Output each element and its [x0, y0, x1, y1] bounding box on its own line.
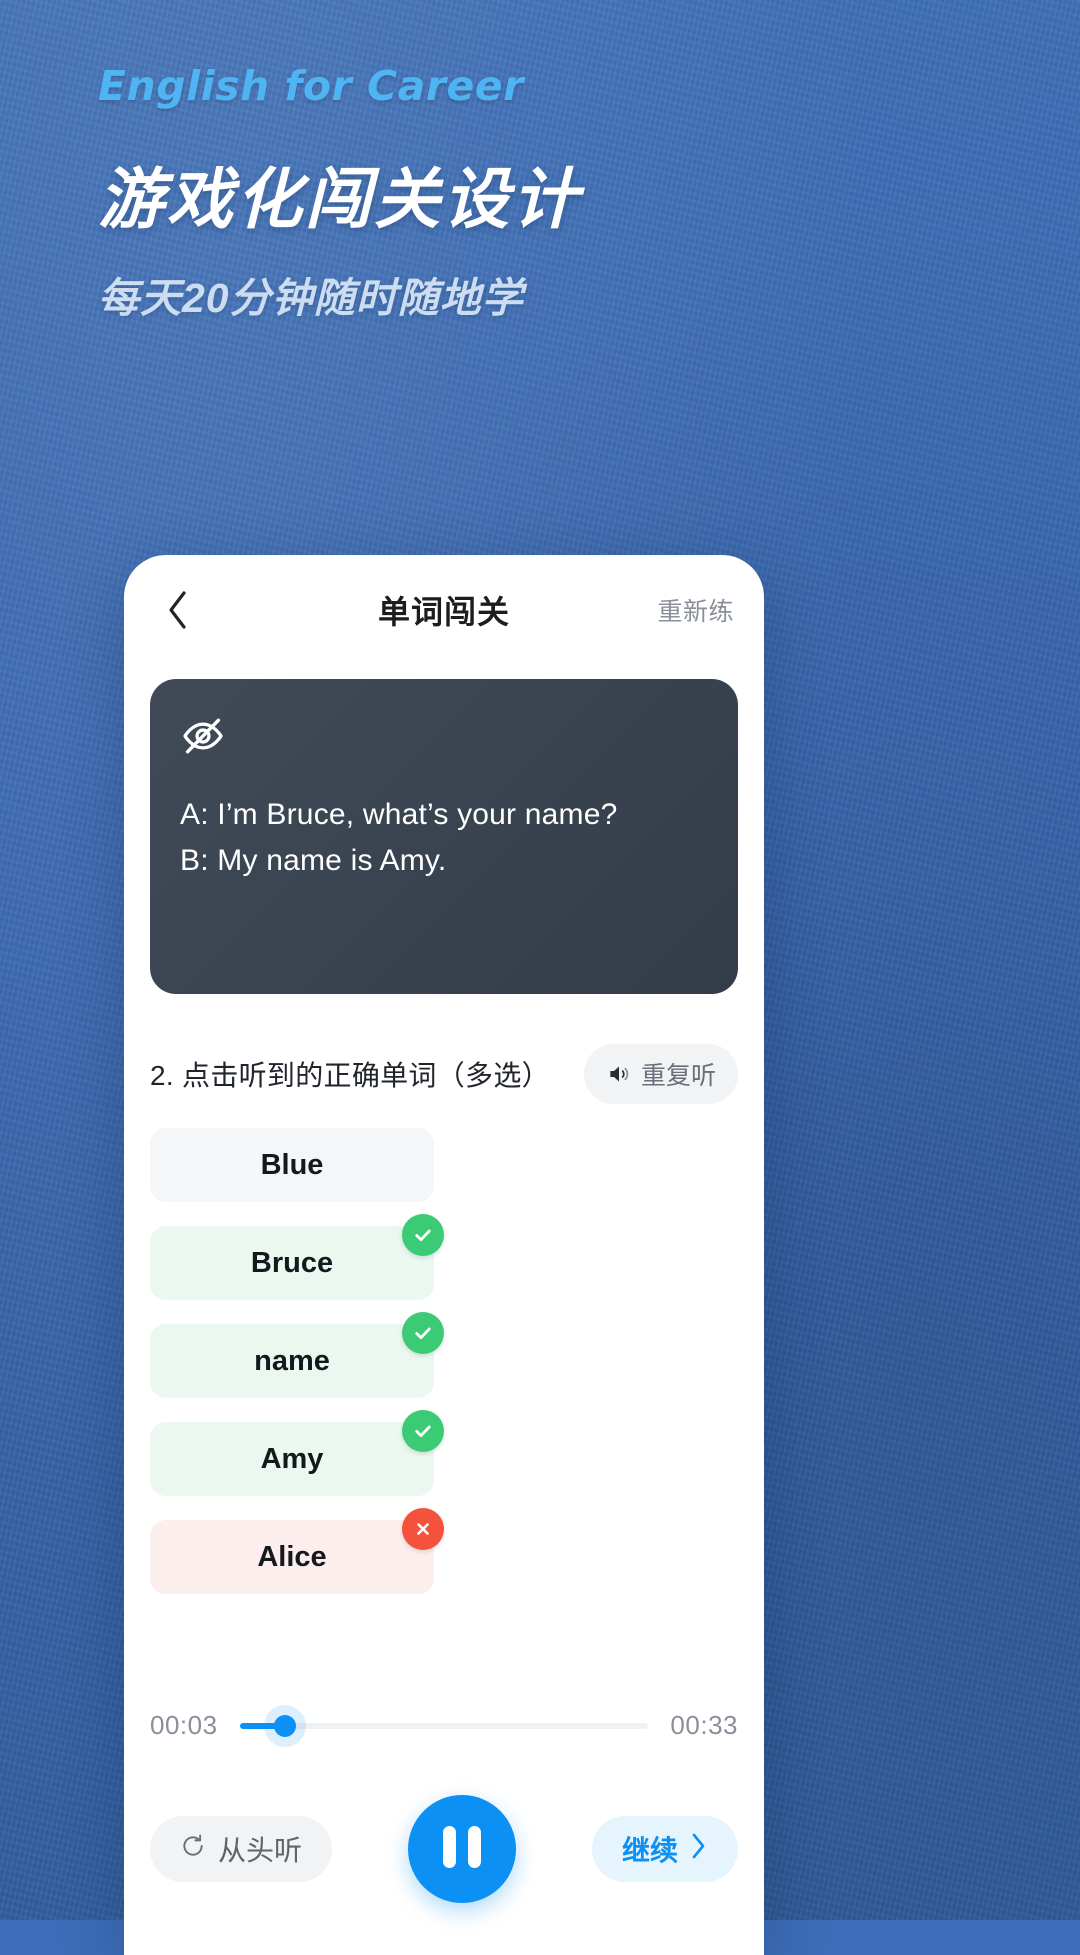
option-amy[interactable]: Amy: [150, 1410, 444, 1496]
continue-label: 继续: [621, 1835, 678, 1866]
question-row: 2. 点击听到的正确单词（多选） 重复听: [150, 1044, 738, 1104]
check-icon: [402, 1410, 444, 1452]
app-screen-card: 单词闯关 重新练 A: I’m Bruce, what’s your name?…: [124, 555, 764, 1955]
chevron-left-icon: [166, 590, 188, 630]
hero-section: English for Career 游戏化闯关设计 每天20分钟随时随地学: [98, 62, 581, 324]
speaker-icon: [606, 1061, 632, 1087]
seek-track[interactable]: [239, 1714, 649, 1737]
pause-icon: [443, 1825, 481, 1873]
option-bruce[interactable]: Bruce: [150, 1214, 444, 1300]
audio-player: 00:03 00:33 从头听 继续: [124, 1710, 764, 1955]
repeat-audio-label: 重复听: [640, 1062, 716, 1090]
seek-row: 00:03 00:33: [150, 1710, 738, 1741]
app-bar: 单词闯关 重新练: [124, 555, 764, 665]
continue-button[interactable]: 继续: [591, 1816, 738, 1882]
hero-subtitle: 每天20分钟随时随地学: [98, 275, 524, 321]
restart-listen-button[interactable]: 从头听: [150, 1816, 333, 1882]
restart-listen-label: 从头听: [218, 1835, 303, 1866]
total-time: 00:33: [670, 1710, 738, 1740]
dialogue-lines: A: I’m Bruce, what’s your name? B: My na…: [180, 792, 708, 884]
restart-icon: [180, 1833, 206, 1866]
option-name[interactable]: name: [150, 1312, 444, 1398]
seek-thumb[interactable]: [273, 1714, 296, 1737]
back-button[interactable]: [154, 587, 200, 633]
hero-eyebrow: English for Career: [98, 62, 524, 110]
eye-off-icon[interactable]: [180, 718, 226, 763]
answer-options: Blue Bruce name Amy Alice: [150, 1128, 738, 1594]
option-label: Bruce: [250, 1246, 334, 1279]
option-label: Alice: [257, 1540, 327, 1573]
restart-practice-button[interactable]: 重新练: [657, 592, 734, 628]
repeat-audio-button[interactable]: 重复听: [583, 1044, 738, 1104]
option-alice[interactable]: Alice: [150, 1508, 444, 1594]
option-label: Blue: [260, 1148, 324, 1181]
option-blue[interactable]: Blue: [150, 1128, 434, 1202]
option-label: Amy: [260, 1442, 324, 1475]
chevron-right-icon: [690, 1832, 708, 1867]
check-icon: [402, 1214, 444, 1256]
question-prompt: 2. 点击听到的正确单词（多选）: [150, 1060, 550, 1091]
dialogue-panel: A: I’m Bruce, what’s your name? B: My na…: [150, 679, 738, 994]
play-pause-button[interactable]: [408, 1795, 516, 1903]
player-controls: 从头听 继续: [150, 1795, 738, 1955]
dialogue-line: B: My name is Amy.: [180, 843, 447, 877]
dialogue-line: A: I’m Bruce, what’s your name?: [180, 798, 618, 831]
check-icon: [402, 1312, 444, 1354]
hero-title: 游戏化闯关设计: [98, 162, 581, 236]
cross-icon: [402, 1508, 444, 1550]
current-time: 00:03: [150, 1710, 218, 1740]
option-label: name: [254, 1344, 330, 1377]
